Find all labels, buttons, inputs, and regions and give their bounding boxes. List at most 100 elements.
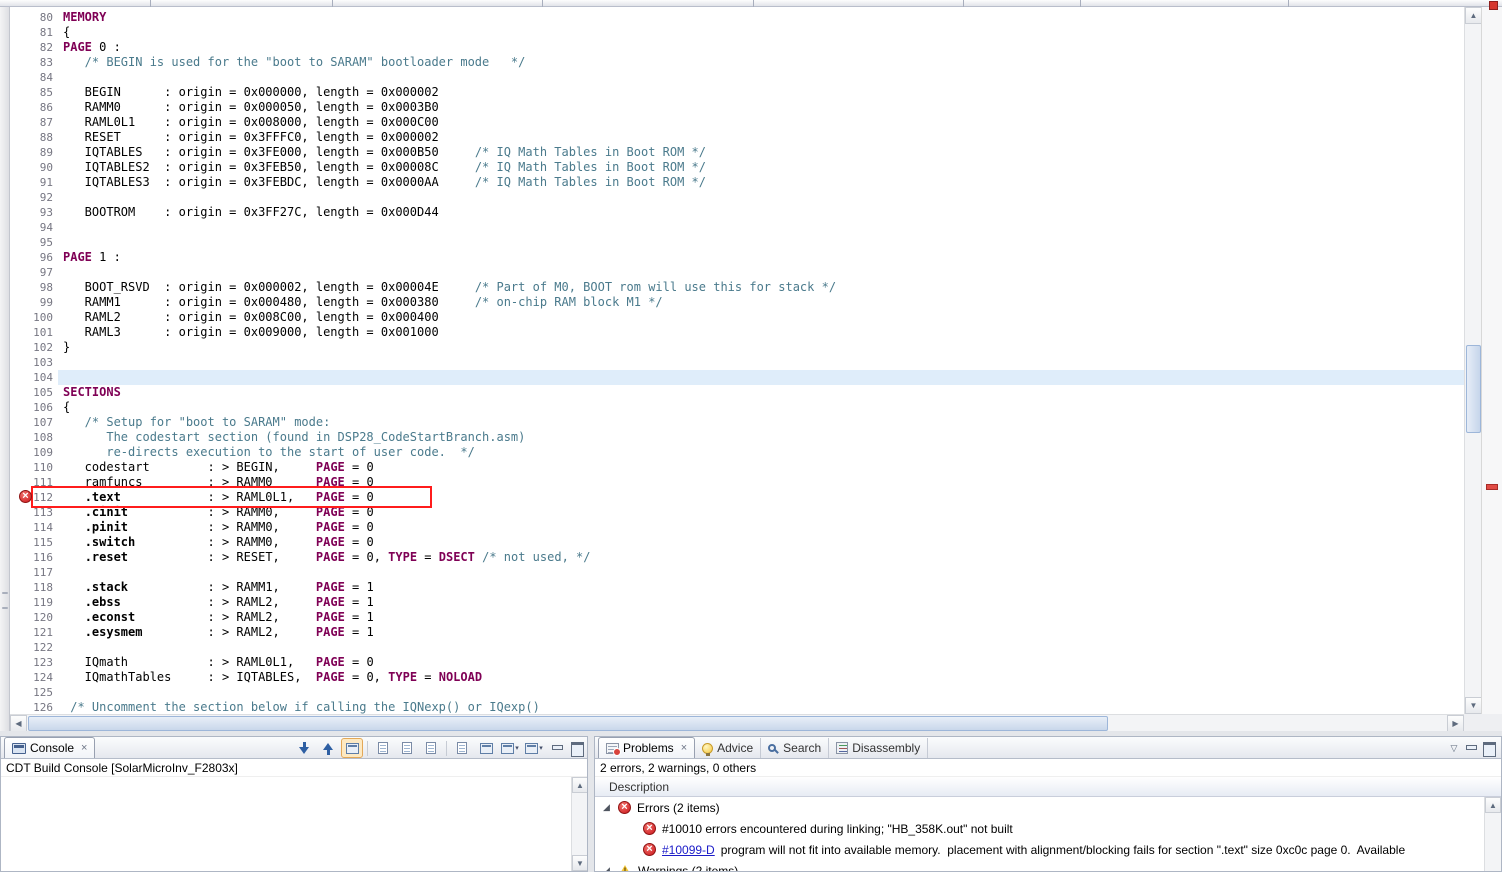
clear-console-button[interactable] [420, 738, 442, 758]
code-line-115[interactable]: 115 .switch : > RAMM0, PAGE = 0 [10, 535, 1464, 550]
show-error-in-editor-button[interactable] [341, 738, 363, 758]
code-line-98[interactable]: 98 BOOT_RSVD : origin = 0x000002, length… [10, 280, 1464, 295]
export-build-log-button[interactable] [372, 738, 394, 758]
line-number[interactable]: 81 [32, 25, 58, 40]
code-text[interactable]: /* Uncomment the section below if callin… [58, 700, 1464, 714]
description-column-header[interactable]: Description [595, 777, 1501, 797]
marker-margin[interactable] [10, 550, 32, 565]
marker-margin[interactable] [10, 55, 32, 70]
code-text[interactable]: { [58, 25, 1464, 40]
marker-margin[interactable] [10, 100, 32, 115]
marker-margin[interactable] [10, 460, 32, 475]
previous-error-button[interactable] [317, 738, 339, 758]
code-text[interactable]: .esysmem : > RAML2, PAGE = 1 [58, 625, 1464, 640]
code-text[interactable]: RAML0L1 : origin = 0x008000, length = 0x… [58, 115, 1464, 130]
line-number[interactable]: 95 [32, 235, 58, 250]
code-line-119[interactable]: 119 .ebss : > RAML2, PAGE = 1 [10, 595, 1464, 610]
tab-disassembly[interactable]: Disassembly [829, 738, 929, 758]
scroll-right-arrow-icon[interactable]: ▶ [1447, 715, 1464, 732]
marker-margin[interactable] [10, 385, 32, 400]
problem-row[interactable]: ◢ Errors (2 items) [595, 797, 1484, 818]
marker-margin[interactable] [10, 505, 32, 520]
marker-margin[interactable] [10, 10, 32, 25]
problem-row[interactable]: #10010 errors encountered during linking… [595, 818, 1484, 839]
line-number[interactable]: 96 [32, 250, 58, 265]
code-editor[interactable]: 80 MEMORY 81{82 PAGE 0 :83 /* BEGIN is used… [10, 7, 1464, 714]
code-line-82[interactable]: 82 PAGE 0 : [10, 40, 1464, 55]
code-line-120[interactable]: 120 .econst : > RAML2, PAGE = 1 [10, 610, 1464, 625]
code-line-105[interactable]: 105 SECTIONS [10, 385, 1464, 400]
marker-margin[interactable] [10, 220, 32, 235]
tab-advice[interactable]: Advice [695, 738, 762, 758]
code-line-110[interactable]: 110 codestart : > BEGIN, PAGE = 0 [10, 460, 1464, 475]
code-line-101[interactable]: 101 RAML3 : origin = 0x009000, length = … [10, 325, 1464, 340]
code-text[interactable]: re-directs execution to the start of use… [58, 445, 1464, 460]
code-line-116[interactable]: 116 .reset : > RESET, PAGE = 0, TYPE = D… [10, 550, 1464, 565]
next-error-button[interactable] [293, 738, 315, 758]
minimize-button[interactable] [1463, 740, 1479, 756]
line-number[interactable]: 121 [32, 625, 58, 640]
code-text[interactable]: RAML3 : origin = 0x009000, length = 0x00… [58, 325, 1464, 340]
line-number[interactable]: 89 [32, 145, 58, 160]
code-text[interactable]: The codestart section (found in DSP28_Co… [58, 430, 1464, 445]
marker-margin[interactable] [10, 115, 32, 130]
line-number[interactable]: 117 [32, 565, 58, 580]
problem-row[interactable]: ◢ Warnings (2 items) [595, 860, 1484, 871]
code-text[interactable] [58, 640, 1464, 655]
line-number[interactable]: 102 [32, 340, 58, 355]
code-text[interactable]: } [58, 340, 1464, 355]
expand-toggle-icon[interactable]: ◢ [603, 860, 618, 871]
code-text[interactable]: RESET : origin = 0x3FFFC0, length = 0x00… [58, 130, 1464, 145]
code-text[interactable]: .econst : > RAML2, PAGE = 1 [58, 610, 1464, 625]
scroll-left-arrow-icon[interactable]: ◀ [10, 715, 27, 732]
console-output-area[interactable]: ▲ ▼ [1, 777, 587, 871]
code-line-124[interactable]: 124 IQmathTables : > IQTABLES, PAGE = 0,… [10, 670, 1464, 685]
code-line-102[interactable]: 102} [10, 340, 1464, 355]
line-number[interactable]: 83 [32, 55, 58, 70]
display-selected-console-button[interactable]: ▾ [499, 738, 521, 758]
code-line-94[interactable]: 94 [10, 220, 1464, 235]
code-line-99[interactable]: 99 RAMM1 : origin = 0x000480, length = 0… [10, 295, 1464, 310]
code-line-80[interactable]: 80 MEMORY [10, 10, 1464, 25]
code-text[interactable]: .reset : > RESET, PAGE = 0, TYPE = DSECT… [58, 550, 1464, 565]
word-wrap-button[interactable] [396, 738, 418, 758]
line-number[interactable]: 86 [32, 100, 58, 115]
marker-margin[interactable] [10, 265, 32, 280]
code-line-97[interactable]: 97 [10, 265, 1464, 280]
code-line-123[interactable]: 123 IQmath : > RAML0L1, PAGE = 0 [10, 655, 1464, 670]
code-line-83[interactable]: 83 /* BEGIN is used for the "boot to SAR… [10, 55, 1464, 70]
close-tab-icon[interactable]: × [681, 743, 687, 754]
code-line-106[interactable]: 106{ [10, 400, 1464, 415]
open-console-button[interactable]: ▾ [523, 738, 545, 758]
code-line-84[interactable]: 84 [10, 70, 1464, 85]
code-text[interactable] [58, 70, 1464, 85]
scroll-up-arrow-icon[interactable]: ▲ [572, 777, 587, 793]
code-line-92[interactable]: 92 [10, 190, 1464, 205]
marker-margin[interactable] [10, 205, 32, 220]
code-text[interactable]: PAGE 0 : [58, 40, 1464, 55]
code-text[interactable]: RAML2 : origin = 0x008C00, length = 0x00… [58, 310, 1464, 325]
code-text[interactable]: IQTABLES2 : origin = 0x3FEB50, length = … [58, 160, 1464, 175]
line-number[interactable]: 124 [32, 670, 58, 685]
line-number[interactable]: 126 [32, 700, 58, 714]
tab-problems[interactable]: Problems × [598, 737, 696, 758]
code-line-88[interactable]: 88 RESET : origin = 0x3FFFC0, length = 0… [10, 130, 1464, 145]
line-number[interactable]: 97 [32, 265, 58, 280]
code-text[interactable]: MEMORY [58, 10, 1464, 25]
code-line-104[interactable]: 104 [10, 370, 1464, 385]
code-text[interactable]: IQmath : > RAML0L1, PAGE = 0 [58, 655, 1464, 670]
code-line-90[interactable]: 90 IQTABLES2 : origin = 0x3FEB50, length… [10, 160, 1464, 175]
view-menu-icon[interactable]: ▽ [1447, 740, 1461, 756]
line-number[interactable]: 80 [32, 10, 58, 25]
pin-console-button[interactable] [475, 738, 497, 758]
marker-margin[interactable] [10, 160, 32, 175]
line-number[interactable]: 100 [32, 310, 58, 325]
marker-margin[interactable] [10, 250, 32, 265]
maximize-button[interactable] [569, 740, 585, 757]
code-text[interactable]: PAGE 1 : [58, 250, 1464, 265]
problems-vertical-scrollbar[interactable]: ▲ [1484, 797, 1501, 871]
code-text[interactable]: BOOTROM : origin = 0x3FF27C, length = 0x… [58, 205, 1464, 220]
trim-grip[interactable] [2, 592, 8, 594]
scroll-down-arrow-icon[interactable]: ▼ [572, 855, 587, 871]
code-line-103[interactable]: 103 [10, 355, 1464, 370]
